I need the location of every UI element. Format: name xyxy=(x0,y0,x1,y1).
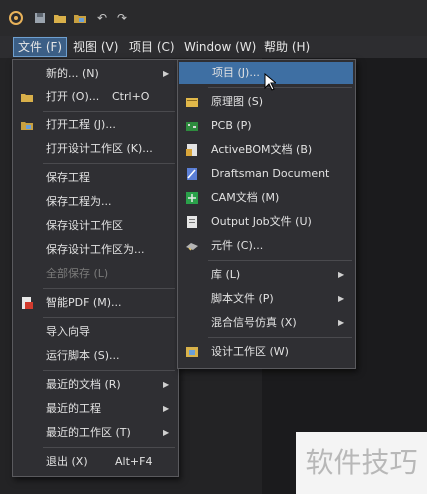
separator xyxy=(43,447,175,448)
separator xyxy=(208,337,352,338)
app-logo-icon xyxy=(8,10,24,26)
new-mixed-sim[interactable]: 混合信号仿真 (X) ▶ xyxy=(178,312,355,334)
menu-project[interactable]: 项目 (C) xyxy=(125,38,179,56)
separator xyxy=(43,370,175,371)
file-open-project[interactable]: 打开工程 (J)... xyxy=(13,114,178,136)
menu-view[interactable]: 视图 (V) xyxy=(69,38,122,56)
new-draftsman[interactable]: Draftsman Document xyxy=(178,163,355,185)
file-save-all: 全部保存 (L) xyxy=(46,267,109,280)
file-recent-projects[interactable]: 最近的工程 ▶ xyxy=(13,398,178,420)
separator xyxy=(208,260,352,261)
file-smart-pdf[interactable]: 智能PDF (M)... xyxy=(13,292,178,314)
toolbar: ↶ ↷ xyxy=(0,0,427,36)
file-save-workspace-as[interactable]: 保存设计工作区为... xyxy=(13,239,178,261)
submenu-arrow-icon: ▶ xyxy=(338,318,345,327)
file-run-script[interactable]: 运行脚本 (S)... xyxy=(13,345,178,367)
new-design-workspace[interactable]: 设计工作区 (W) xyxy=(178,341,355,363)
schematic-icon xyxy=(185,95,199,109)
open-project-icon[interactable] xyxy=(72,10,88,26)
menu-help[interactable]: 帮助 (H) xyxy=(260,38,314,56)
submenu-arrow-icon: ▶ xyxy=(163,428,170,437)
pcb-icon xyxy=(185,119,199,133)
file-save-project[interactable]: 保存工程 xyxy=(13,167,178,189)
menu-window[interactable]: Window (W) xyxy=(180,38,260,56)
folder-open-icon[interactable] xyxy=(52,10,68,26)
submenu-arrow-icon: ▶ xyxy=(163,404,170,413)
file-recent-docs[interactable]: 最近的文档 (R) ▶ xyxy=(13,374,178,396)
file-save-workspace[interactable]: 保存设计工作区 xyxy=(13,215,178,237)
new-output-job[interactable]: Output Job文件 (U) xyxy=(178,211,355,233)
new-component[interactable]: 元件 (C)... xyxy=(178,235,355,257)
file-import-wizard[interactable]: 导入向导 xyxy=(13,321,178,343)
submenu-arrow-icon: ▶ xyxy=(338,294,345,303)
separator xyxy=(43,111,175,112)
watermark: 软件技巧 xyxy=(296,432,427,494)
file-menu: 新的... (N) ▶ 打开 (O)... Ctrl+O 打开工程 (J)...… xyxy=(12,59,179,477)
new-library[interactable]: 库 (L) ▶ xyxy=(178,264,355,286)
bom-icon xyxy=(185,143,199,157)
menu-file[interactable]: 文件 (F) xyxy=(13,37,68,57)
redo-icon[interactable]: ↷ xyxy=(114,10,130,26)
new-activebom[interactable]: ActiveBOM文档 (B) xyxy=(178,139,355,161)
separator xyxy=(43,288,175,289)
separator xyxy=(43,317,175,318)
app-window: ↶ ↷ 文件 (F) 视图 (V) 项目 (C) Window (W) 帮助 (… xyxy=(0,0,427,494)
new-submenu: 项目 (J)... 原理图 (S) PCB (P) ActiveBOM文档 (B… xyxy=(177,59,356,369)
open-project-icon xyxy=(20,118,34,132)
separator xyxy=(43,163,175,164)
file-exit[interactable]: 退出 (X) Alt+F4 xyxy=(13,451,178,473)
new-schematic[interactable]: 原理图 (S) xyxy=(178,91,355,113)
file-save-project-as[interactable]: 保存工程为... xyxy=(13,191,178,213)
new-cam[interactable]: CAM文档 (M) xyxy=(178,187,355,209)
new-script-file[interactable]: 脚本文件 (P) ▶ xyxy=(178,288,355,310)
pdf-icon xyxy=(20,296,34,310)
submenu-arrow-icon: ▶ xyxy=(338,270,345,279)
new-pcb[interactable]: PCB (P) xyxy=(178,115,355,137)
output-job-icon xyxy=(185,215,199,229)
submenu-arrow-icon: ▶ xyxy=(163,380,170,389)
folder-open-icon xyxy=(20,90,34,104)
save-icon[interactable] xyxy=(32,10,48,26)
file-new[interactable]: 新的... (N) ▶ xyxy=(13,63,178,85)
menubar: 文件 (F) 视图 (V) 项目 (C) Window (W) 帮助 (H) xyxy=(0,36,427,58)
draftsman-icon xyxy=(185,167,199,181)
file-open-workspace[interactable]: 打开设计工作区 (K)... xyxy=(13,138,178,160)
cam-icon xyxy=(185,191,199,205)
workspace-icon xyxy=(185,345,199,359)
component-icon xyxy=(185,239,199,253)
undo-icon[interactable]: ↶ xyxy=(94,10,110,26)
file-recent-workspaces[interactable]: 最近的工作区 (T) ▶ xyxy=(13,422,178,444)
submenu-arrow-icon: ▶ xyxy=(163,69,170,78)
file-open[interactable]: 打开 (O)... Ctrl+O xyxy=(13,86,178,108)
separator xyxy=(208,87,352,88)
